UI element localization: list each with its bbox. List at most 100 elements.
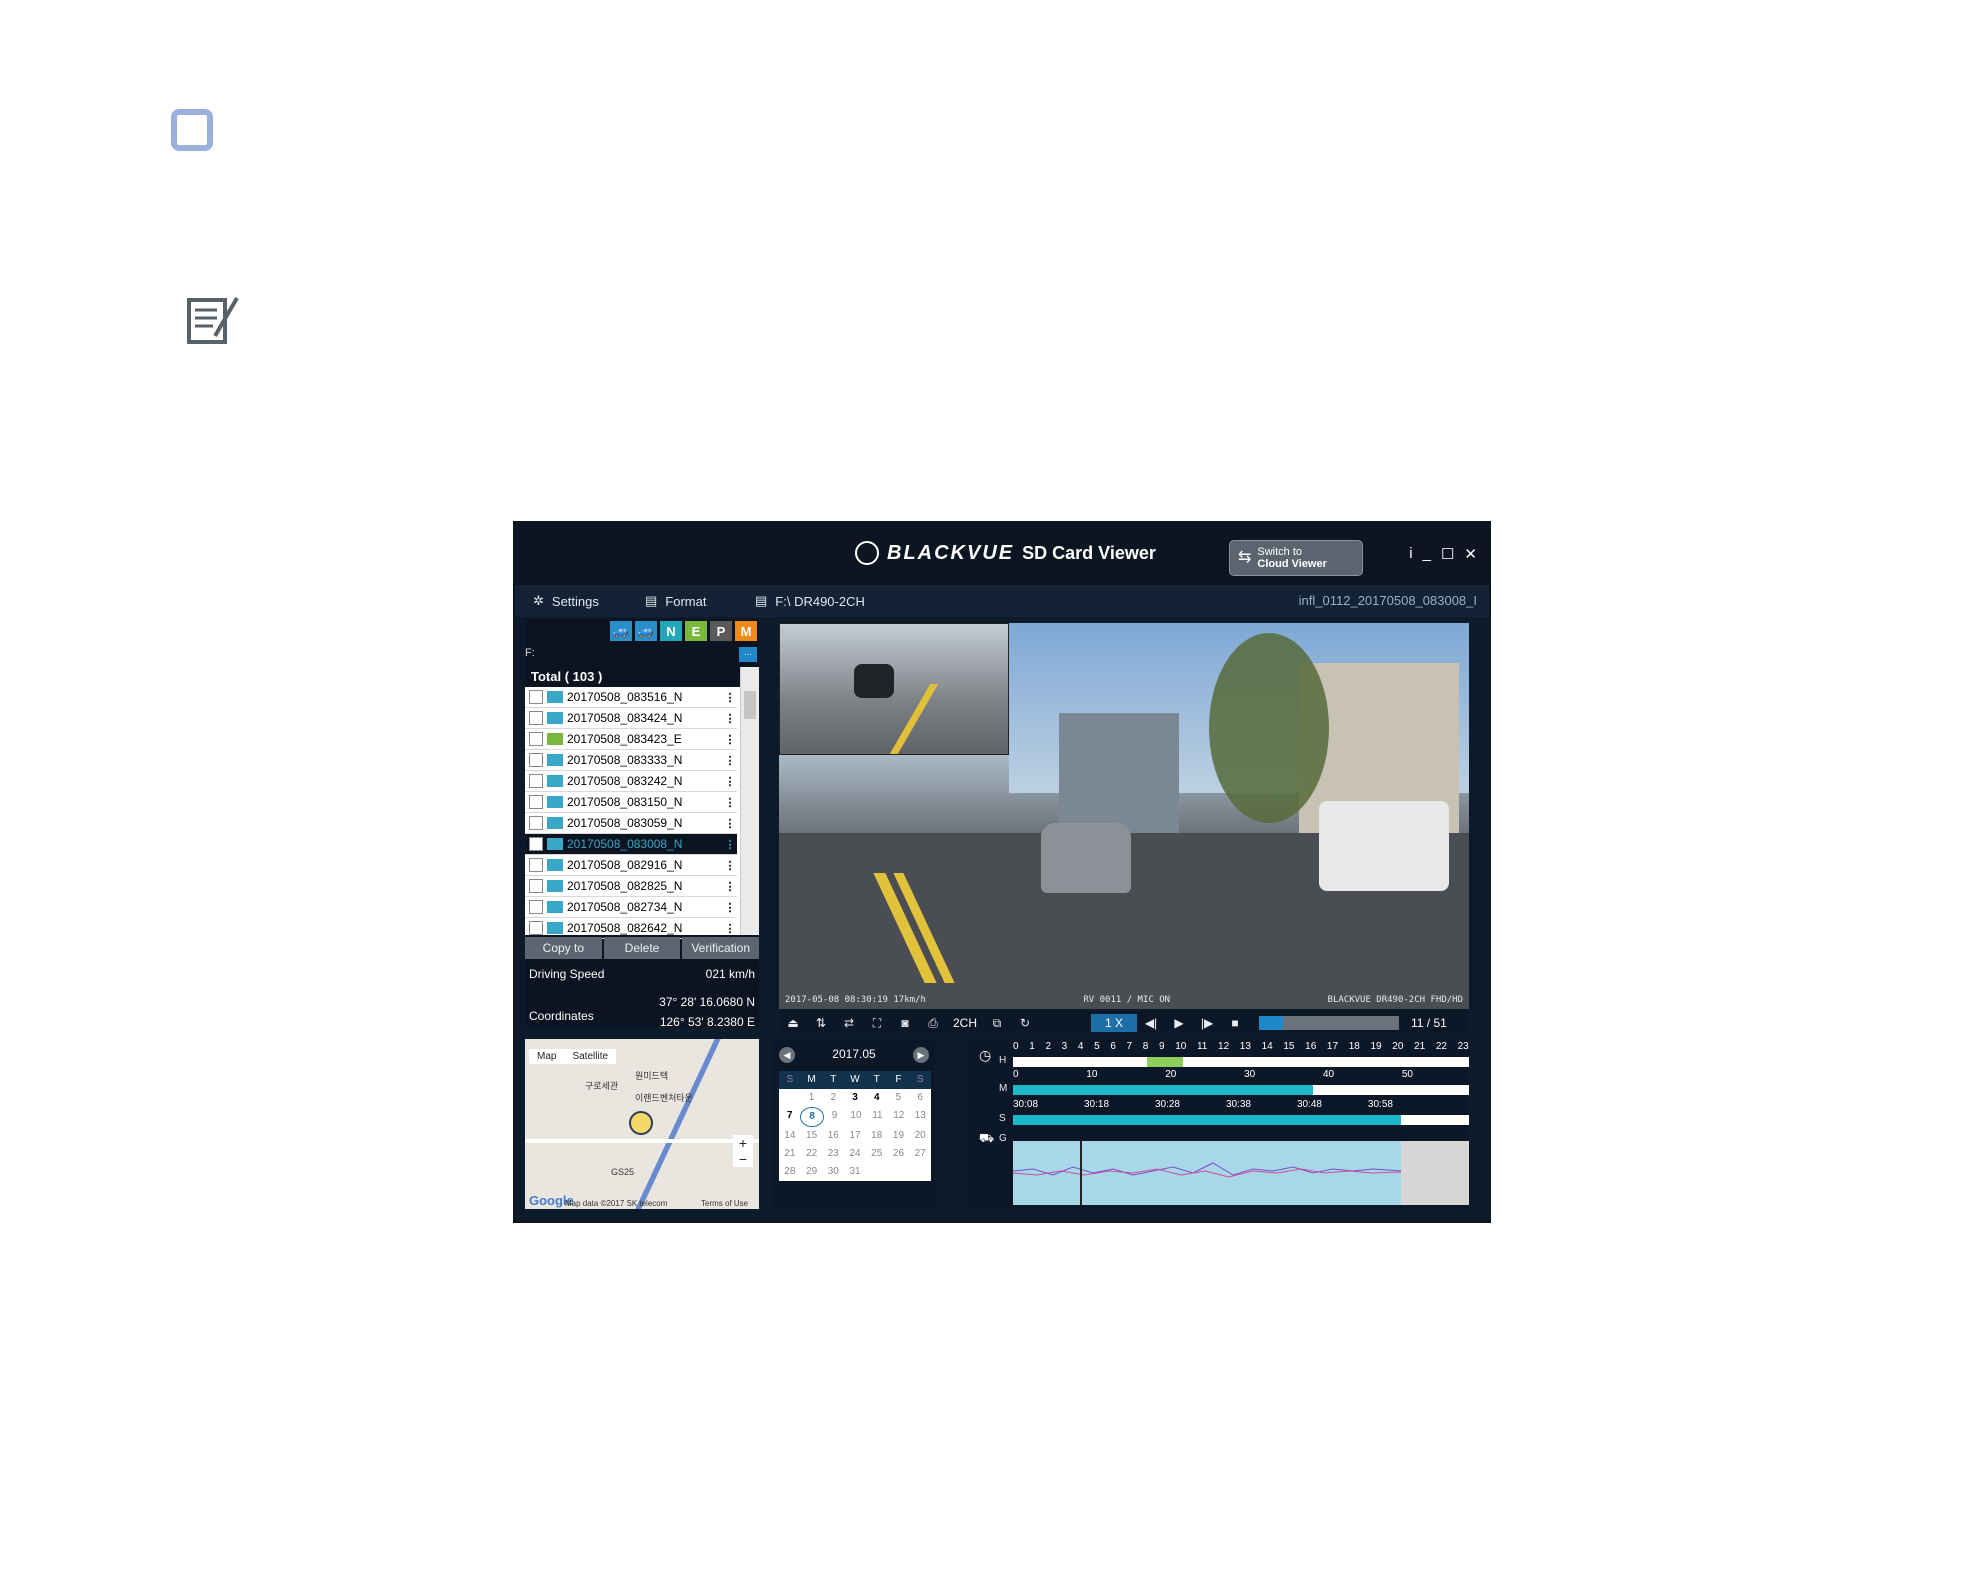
file-row[interactable]: 20170508_083059_N ⋮ bbox=[525, 813, 737, 834]
file-checkbox[interactable] bbox=[529, 816, 543, 830]
file-row[interactable]: 20170508_083333_N ⋮ bbox=[525, 750, 737, 771]
file-checkbox[interactable] bbox=[529, 795, 543, 809]
file-checkbox[interactable] bbox=[529, 774, 543, 788]
minimize-icon[interactable]: _ bbox=[1423, 545, 1431, 563]
calendar-day[interactable]: 5 bbox=[888, 1089, 910, 1107]
pip-icon[interactable]: ⧉ bbox=[983, 1016, 1011, 1031]
filter-manual-button[interactable]: M bbox=[735, 621, 757, 641]
file-row[interactable]: 20170508_082734_N ⋮ bbox=[525, 897, 737, 918]
calendar-day[interactable]: 17 bbox=[844, 1127, 866, 1145]
playback-speed[interactable]: 1 X bbox=[1091, 1014, 1138, 1032]
calendar-day[interactable]: 16 bbox=[822, 1127, 844, 1145]
file-row[interactable]: 20170508_083516_N ⋮ bbox=[525, 687, 737, 708]
flip-icon[interactable]: ⇅ bbox=[807, 1016, 835, 1030]
play-icon[interactable]: ▶ bbox=[1165, 1016, 1193, 1030]
file-row[interactable]: 20170508_083008_N ⋮ bbox=[525, 834, 737, 855]
settings-menu[interactable]: ✲ Settings bbox=[533, 593, 599, 609]
calendar-day[interactable]: 9 bbox=[824, 1107, 845, 1125]
file-checkbox[interactable] bbox=[529, 732, 543, 746]
zoom-out-button[interactable]: − bbox=[733, 1151, 753, 1167]
video-player[interactable]: 2017-05-08 08:30:19 17km/h RV 0011 / MIC… bbox=[779, 623, 1469, 1009]
previous-icon[interactable]: ◀| bbox=[1137, 1016, 1165, 1030]
file-row[interactable]: 20170508_082825_N ⋮ bbox=[525, 876, 737, 897]
file-row[interactable]: 20170508_083150_N ⋮ bbox=[525, 792, 737, 813]
calendar-day[interactable]: 10 bbox=[845, 1107, 866, 1125]
gsensor-graph[interactable] bbox=[1013, 1141, 1469, 1205]
calendar-day[interactable]: 3 bbox=[844, 1089, 866, 1107]
calendar-day[interactable]: 8 bbox=[800, 1107, 824, 1127]
row-menu-icon[interactable]: ⋮ bbox=[723, 838, 737, 851]
row-menu-icon[interactable]: ⋮ bbox=[723, 880, 737, 893]
switch-to-cloud-button[interactable]: ⇆ Switch to Cloud Viewer bbox=[1229, 540, 1363, 576]
file-checkbox[interactable] bbox=[529, 711, 543, 725]
calendar-day[interactable]: 7 bbox=[779, 1107, 800, 1125]
row-menu-icon[interactable]: ⋮ bbox=[723, 922, 737, 935]
minute-bar[interactable] bbox=[1013, 1085, 1469, 1095]
row-menu-icon[interactable]: ⋮ bbox=[723, 775, 737, 788]
map-terms-link[interactable]: Terms of Use bbox=[701, 1199, 748, 1208]
fullscreen-icon[interactable]: ⛶ bbox=[863, 1016, 891, 1031]
map-tab[interactable]: Map bbox=[529, 1049, 564, 1064]
calendar-day[interactable]: 19 bbox=[888, 1127, 910, 1145]
file-checkbox[interactable] bbox=[529, 837, 543, 851]
calendar-day[interactable]: 28 bbox=[779, 1163, 801, 1181]
filter-parking-button[interactable]: P bbox=[710, 621, 732, 641]
calendar-day[interactable]: 30 bbox=[822, 1163, 844, 1181]
row-menu-icon[interactable]: ⋮ bbox=[723, 691, 737, 704]
drive-menu[interactable]: ▤ F:\ DR490-2CH bbox=[755, 593, 865, 609]
calendar-day[interactable]: 11 bbox=[867, 1107, 888, 1125]
maximize-icon[interactable]: ☐ bbox=[1441, 545, 1454, 563]
rear-camera-inset[interactable] bbox=[779, 623, 1009, 755]
row-menu-icon[interactable]: ⋮ bbox=[723, 817, 737, 830]
calendar-day[interactable]: 27 bbox=[909, 1145, 931, 1163]
file-list-scrollbar[interactable] bbox=[740, 667, 759, 935]
hour-bar[interactable] bbox=[1013, 1057, 1469, 1067]
satellite-tab[interactable]: Satellite bbox=[564, 1049, 616, 1064]
calendar-day[interactable]: 13 bbox=[910, 1107, 931, 1125]
calendar-day[interactable]: 12 bbox=[888, 1107, 909, 1125]
delete-button[interactable]: Delete bbox=[603, 937, 681, 959]
row-menu-icon[interactable]: ⋮ bbox=[723, 754, 737, 767]
file-checkbox[interactable] bbox=[529, 753, 543, 767]
calendar-day[interactable]: 15 bbox=[801, 1127, 823, 1145]
gps-map[interactable]: Map Satellite 원미드텍 구로세관 이랜드벤처타운 GS25 + −… bbox=[525, 1039, 759, 1209]
calendar-day[interactable]: 2 bbox=[822, 1089, 844, 1107]
calendar-day[interactable]: 22 bbox=[801, 1145, 823, 1163]
mirror-icon[interactable]: ⇄ bbox=[835, 1016, 863, 1030]
calendar-day[interactable]: 20 bbox=[909, 1127, 931, 1145]
file-row[interactable]: 20170508_083242_N ⋮ bbox=[525, 771, 737, 792]
export-icon[interactable]: ⏏ bbox=[779, 1016, 807, 1030]
playback-progress[interactable] bbox=[1259, 1016, 1400, 1030]
calendar-day[interactable]: 25 bbox=[866, 1145, 888, 1163]
scroll-thumb[interactable] bbox=[744, 691, 756, 719]
calendar-day[interactable]: 23 bbox=[822, 1145, 844, 1163]
zoom-in-button[interactable]: + bbox=[733, 1135, 753, 1151]
file-row[interactable]: 20170508_083423_E ⋮ bbox=[525, 729, 737, 750]
filter-front-icon[interactable]: 🚙 bbox=[610, 621, 632, 641]
row-menu-icon[interactable]: ⋮ bbox=[723, 859, 737, 872]
calendar-day[interactable]: 21 bbox=[779, 1145, 801, 1163]
file-row[interactable]: 20170508_082642_N ⋮ bbox=[525, 918, 737, 939]
info-icon[interactable]: i bbox=[1409, 545, 1412, 563]
second-bar[interactable] bbox=[1013, 1115, 1469, 1125]
row-menu-icon[interactable]: ⋮ bbox=[723, 712, 737, 725]
row-menu-icon[interactable]: ⋮ bbox=[723, 796, 737, 809]
filter-rear-icon[interactable]: 🚙 bbox=[635, 621, 657, 641]
next-icon[interactable]: |▶ bbox=[1193, 1016, 1221, 1030]
calendar-day[interactable]: 18 bbox=[866, 1127, 888, 1145]
prev-month-icon[interactable]: ◀ bbox=[779, 1047, 795, 1063]
row-menu-icon[interactable]: ⋮ bbox=[723, 733, 737, 746]
camera-icon[interactable]: ◙ bbox=[891, 1016, 919, 1030]
calendar-day[interactable]: 31 bbox=[844, 1163, 866, 1181]
file-checkbox[interactable] bbox=[529, 690, 543, 704]
verification-button[interactable]: Verification bbox=[682, 937, 760, 959]
next-month-icon[interactable]: ▶ bbox=[912, 1047, 929, 1063]
calendar-day[interactable]: 6 bbox=[909, 1089, 931, 1107]
browse-button[interactable]: ... bbox=[739, 647, 757, 662]
calendar-day[interactable]: 26 bbox=[888, 1145, 910, 1163]
file-row[interactable]: 20170508_082916_N ⋮ bbox=[525, 855, 737, 876]
calendar-day[interactable]: 24 bbox=[844, 1145, 866, 1163]
filter-normal-button[interactable]: N bbox=[660, 621, 682, 641]
close-icon[interactable]: ✕ bbox=[1464, 545, 1477, 563]
format-menu[interactable]: ▤ Format bbox=[645, 593, 706, 609]
